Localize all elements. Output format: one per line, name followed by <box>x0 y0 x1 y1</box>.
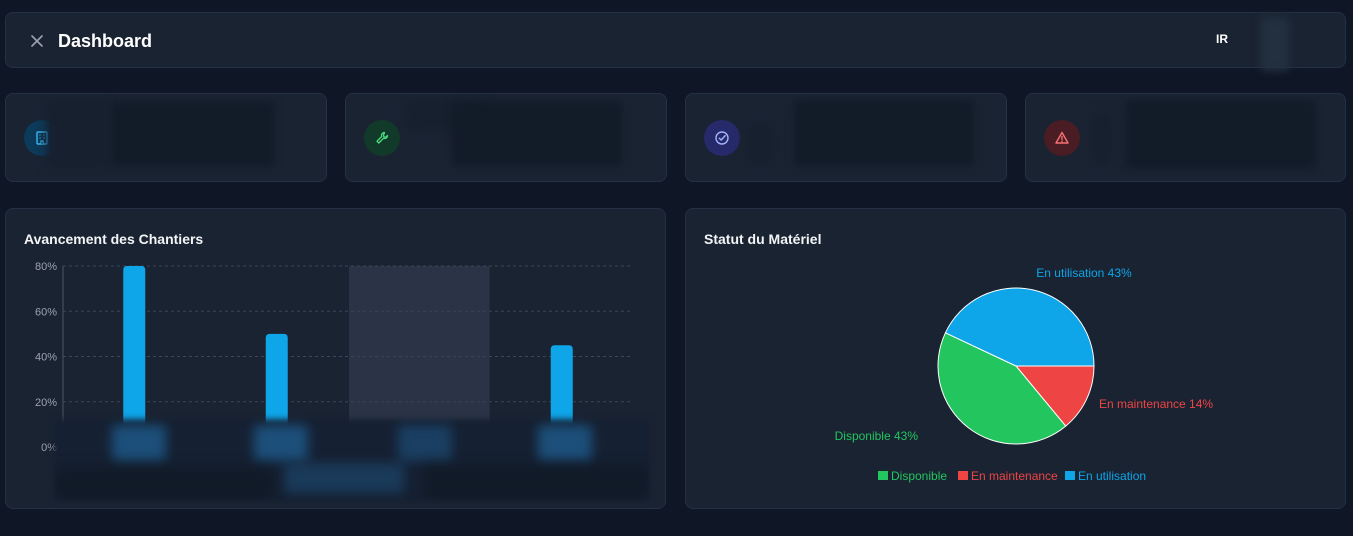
close-button[interactable] <box>28 32 46 50</box>
legend-label: En maintenance <box>971 469 1058 483</box>
close-icon <box>31 35 43 47</box>
top-header: Dashboard IR <box>5 12 1346 71</box>
legend-label: Disponible <box>891 469 947 483</box>
avatar[interactable]: IR <box>1216 32 1228 46</box>
stat-card-equipment[interactable] <box>345 93 667 182</box>
stat-card-tasks[interactable] <box>685 93 1007 182</box>
page-title: Dashboard <box>58 31 153 51</box>
y-tick-label: 80% <box>35 261 57 273</box>
y-tick-label: 20% <box>35 397 57 409</box>
projects-progress-panel: Avancement des Chantiers 0% 20% 40% 60% 80% <box>5 208 666 509</box>
pie-data-label: Disponible 43% <box>835 429 919 443</box>
user-menu-redacted[interactable] <box>1261 17 1289 71</box>
check-circle-icon <box>704 120 740 156</box>
pie-data-label: En utilisation 43% <box>1036 266 1132 280</box>
alert-triangle-icon <box>1044 120 1080 156</box>
redacted-x-axis <box>54 419 650 501</box>
equipment-pie-chart: Disponible 43% En maintenance 14% En utili… <box>835 266 1214 483</box>
pie-data-label: En maintenance 14% <box>1099 397 1213 411</box>
legend-swatch <box>958 471 968 480</box>
legend-swatch <box>1065 471 1075 480</box>
stat-card-alerts[interactable] <box>1025 93 1346 182</box>
equipment-status-panel: Statut du Matériel Disponible 43% En main… <box>685 208 1346 509</box>
legend-swatch <box>878 471 888 480</box>
stat-card-projects[interactable] <box>5 93 327 182</box>
wrench-icon <box>364 120 400 156</box>
legend-label: En utilisation <box>1078 469 1146 483</box>
y-tick-label: 60% <box>35 306 57 318</box>
y-tick-label: 40% <box>35 352 57 364</box>
